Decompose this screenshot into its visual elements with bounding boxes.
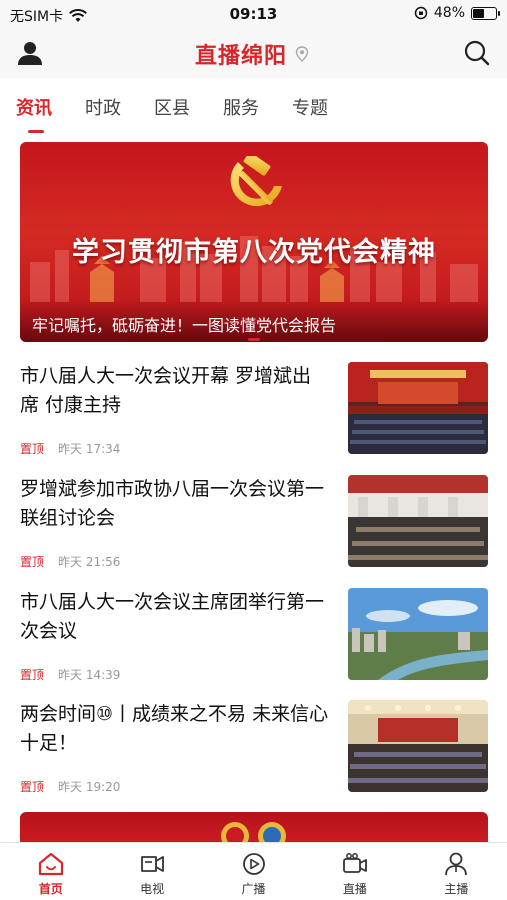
featured-banner[interactable]: 学习贯彻市第八次党代会精神 牢记嘱托，砥砺奋进！一图读懂党代会报告 [20, 142, 488, 342]
pinned-tag: 置顶 [20, 555, 45, 569]
news-item[interactable]: 市八届人大一次会议主席团举行第一次会议 置顶 昨天 14:39 [20, 588, 488, 688]
brand: 直播绵阳 [195, 38, 309, 70]
video-camera-icon [343, 853, 367, 873]
battery-icon [471, 6, 500, 20]
app-header: 直播绵阳 [0, 28, 507, 78]
active-tab-indicator [28, 130, 44, 133]
location-pin-icon[interactable] [295, 46, 309, 62]
nav-anchors[interactable]: 主播 [406, 843, 507, 900]
bottom-navigation: 首页 电视 广播 直播 主播 [0, 842, 507, 900]
news-item[interactable]: 罗增斌参加市政协八届一次会议第一联组讨论会 置顶 昨天 21:56 [20, 475, 488, 575]
news-meta: 置顶 昨天 17:34 [20, 440, 120, 457]
party-emblem-icon [230, 156, 282, 207]
pinned-tag: 置顶 [20, 780, 45, 794]
search-icon[interactable] [463, 39, 491, 67]
news-item[interactable]: 市八届人大一次会议开幕 罗增斌出席 付康主持 置顶 昨天 17:34 [20, 362, 488, 462]
nav-radio[interactable]: 广播 [203, 843, 304, 900]
nav-live[interactable]: 直播 [304, 843, 405, 900]
status-right: 48% [414, 5, 500, 21]
carousel-dot-active [247, 338, 260, 341]
nav-home[interactable]: 首页 [0, 843, 101, 900]
tab-districts[interactable]: 区县 [154, 94, 190, 120]
news-meta: 置顶 昨天 19:20 [20, 778, 120, 795]
nav-label: 主播 [444, 882, 469, 896]
banner-headline: 学习贯彻市第八次党代会精神 [72, 237, 436, 268]
tv-icon [141, 856, 165, 872]
banner-caption: 牢记嘱托，砥砺奋进！一图读懂党代会报告 [32, 316, 337, 335]
news-title: 市八届人大一次会议主席团举行第一次会议 [20, 591, 325, 642]
app-logo-title: 直播绵阳 [195, 43, 288, 69]
tab-topics[interactable]: 专题 [292, 94, 328, 120]
user-profile-icon[interactable] [16, 39, 44, 67]
pinned-tag: 置顶 [20, 668, 45, 682]
news-meta: 置顶 昨天 14:39 [20, 666, 120, 683]
nav-tv[interactable]: 电视 [101, 843, 202, 900]
news-item[interactable]: 两会时间⑩丨成绩来之不易 未来信心十足！ 置顶 昨天 19:20 [20, 700, 488, 800]
news-time: 昨天 14:39 [58, 668, 121, 682]
home-icon [38, 852, 63, 876]
battery-percent: 48% [433, 5, 465, 21]
status-bar: 无SIM卡 09:13 48% [0, 0, 507, 28]
battery-level [473, 8, 484, 18]
radio-play-icon [242, 853, 265, 875]
tab-news[interactable]: 资讯 [16, 94, 52, 120]
emblem-icon [221, 822, 286, 842]
news-time: 昨天 17:34 [58, 442, 121, 456]
news-title: 罗增斌参加市政协八届一次会议第一联组讨论会 [20, 478, 325, 529]
news-thumbnail [348, 700, 488, 792]
news-thumbnail [348, 588, 488, 680]
nav-label: 广播 [241, 882, 266, 896]
pinned-tag: 置顶 [20, 442, 45, 456]
news-time: 昨天 19:20 [58, 780, 121, 794]
news-time: 昨天 21:56 [58, 555, 121, 569]
tab-politics[interactable]: 时政 [85, 94, 121, 120]
banner-caption-bar: 牢记嘱托，砥砺奋进！一图读懂党代会报告 [20, 298, 488, 342]
anchor-person-icon [445, 852, 468, 876]
carousel-indicator [0, 338, 507, 341]
news-thumbnail [348, 475, 488, 567]
news-meta: 置顶 昨天 21:56 [20, 553, 120, 570]
news-thumbnail [348, 362, 488, 454]
category-tabs: 资讯 时政 区县 服务 专题 [0, 78, 507, 134]
news-title: 市八届人大一次会议开幕 罗增斌出席 付康主持 [20, 365, 312, 416]
nav-label: 直播 [342, 882, 367, 896]
next-banner-preview[interactable] [20, 812, 488, 842]
orientation-lock-icon [414, 6, 428, 20]
tab-services[interactable]: 服务 [223, 94, 259, 120]
nav-label: 电视 [140, 882, 165, 896]
news-title: 两会时间⑩丨成绩来之不易 未来信心十足！ [20, 703, 329, 754]
nav-label: 首页 [38, 882, 63, 896]
